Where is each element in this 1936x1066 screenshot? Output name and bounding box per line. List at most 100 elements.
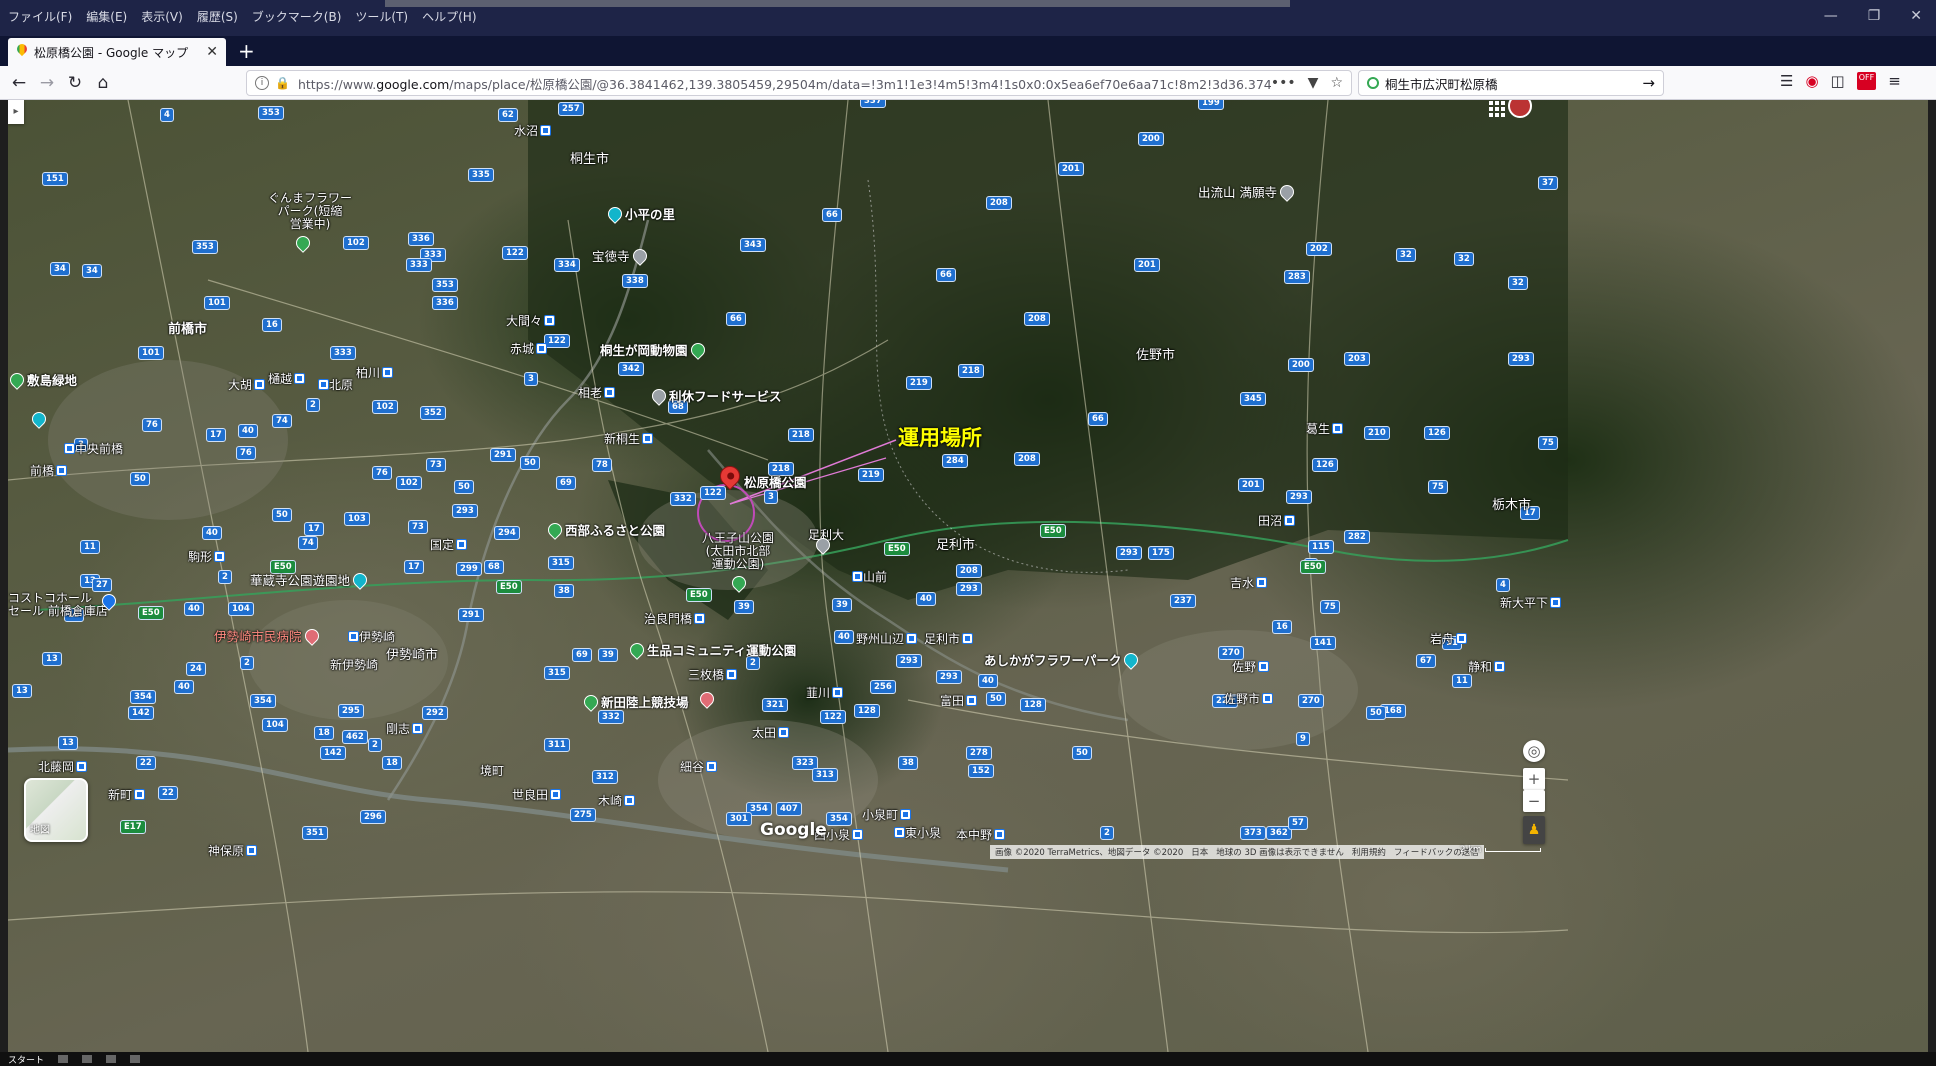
search-go-arrow-icon[interactable]: → xyxy=(1642,74,1655,92)
close-window-button[interactable]: ✕ xyxy=(1910,8,1922,24)
label-maebashi[interactable]: 前橋市 xyxy=(168,318,207,337)
label-higoshi[interactable]: 樋越 xyxy=(268,370,306,387)
label-ashikagashi-station[interactable]: 足利市 xyxy=(924,630,974,647)
hamburger-menu-icon[interactable]: ≡ xyxy=(1888,72,1901,90)
poi-costco[interactable]: コストコホール セール 前橋倉庫店 xyxy=(8,592,108,618)
label-oomama[interactable]: 大間々 xyxy=(506,312,556,329)
back-arrow-icon[interactable]: ← xyxy=(6,70,32,96)
label-kitahara[interactable]: 北原 xyxy=(316,376,353,393)
label-yoshimizu[interactable]: 吉水 xyxy=(1230,574,1268,591)
label-serata[interactable]: 世良田 xyxy=(512,786,562,803)
my-location-button[interactable]: ◎ xyxy=(1523,740,1545,762)
label-shin-oohirashita[interactable]: 新大平下 xyxy=(1500,594,1562,611)
label-tochigi[interactable]: 栃木市 xyxy=(1492,494,1531,513)
off-extension-icon[interactable]: OFF xyxy=(1856,72,1877,90)
home-icon[interactable]: ⌂ xyxy=(90,70,116,96)
label-tajima[interactable]: 治良門橋 xyxy=(644,610,706,627)
label-kunisada[interactable]: 国定 xyxy=(430,536,468,553)
bookmark-star-icon[interactable]: ☆ xyxy=(1330,75,1343,91)
menu-view[interactable]: 表示(V) xyxy=(141,8,183,25)
new-tab-button[interactable]: + xyxy=(238,38,255,64)
poi-ashikaga-univ[interactable] xyxy=(813,535,833,555)
label-higashikoizumi[interactable]: 東小泉 xyxy=(892,824,941,841)
label-kashiwagawa[interactable]: 柏川 xyxy=(356,364,394,381)
label-ogo[interactable]: 大胡 xyxy=(228,376,266,393)
sidebar-icon[interactable]: ◫ xyxy=(1831,72,1845,90)
label-yamamae[interactable]: 山前 xyxy=(850,568,887,585)
tab-google-maps[interactable]: 松原橋公園 - Google マップ ✕ xyxy=(8,38,226,66)
poi-seibu-furusato-park[interactable]: 西部ふるさと公園 xyxy=(545,519,665,540)
menu-help[interactable]: ヘルプ(H) xyxy=(422,8,476,25)
task-view-icon[interactable] xyxy=(82,1055,93,1063)
search-icon[interactable] xyxy=(58,1055,69,1063)
poi-costco-pin[interactable] xyxy=(99,591,119,611)
browser-icon[interactable] xyxy=(130,1055,141,1063)
label-shizuwa[interactable]: 静和 xyxy=(1468,658,1506,675)
label-hosoya[interactable]: 細谷 xyxy=(680,758,718,775)
zoom-in-button[interactable]: + xyxy=(1523,768,1545,790)
menu-bookmarks[interactable]: ブックマーク(B) xyxy=(252,8,342,25)
label-shinmachi[interactable]: 新町 xyxy=(108,786,146,803)
explorer-icon[interactable] xyxy=(106,1055,117,1063)
label-isesaki-station[interactable]: 伊勢崎 xyxy=(346,628,395,645)
label-shin-isesaki[interactable]: 新伊勢崎 xyxy=(330,656,378,673)
poi-hachiojiyama-pin[interactable] xyxy=(729,573,749,593)
label-ashikaga[interactable]: 足利市 xyxy=(936,534,975,553)
lock-icon[interactable]: 🔒 xyxy=(275,76,290,90)
label-koizumi[interactable]: 小泉町 xyxy=(862,806,912,823)
label-mizunuma[interactable]: 水沼 xyxy=(514,122,552,139)
poi-maebashi-west[interactable] xyxy=(29,409,49,429)
label-maebashi-station[interactable]: 前橋 xyxy=(30,462,68,479)
poi-kezoji-park[interactable]: 華蔵寺公園遊園地 xyxy=(250,569,370,590)
poi-kiryu-zoo[interactable]: 桐生が岡動物園 xyxy=(600,339,708,360)
label-ota-station[interactable]: 太田 xyxy=(752,724,790,741)
poi-hachiojiyama-park[interactable]: 八王子山公園 (太田市北部 運動公園) xyxy=(702,532,774,571)
google-apps-icon[interactable] xyxy=(1488,100,1506,118)
menu-history[interactable]: 履歴(S) xyxy=(197,8,238,25)
label-chuo-maebashi[interactable]: 中央前橋 xyxy=(62,440,123,457)
expand-side-panel-button[interactable]: ▸ xyxy=(8,100,24,124)
selected-place-label[interactable]: 松原橋公園 xyxy=(744,472,807,491)
satellite-map[interactable]: 353 257 337 4 62 199 200 201 208 102 336… xyxy=(8,100,1928,1052)
attribution-region[interactable]: 日本 xyxy=(1191,846,1208,858)
label-honnakano[interactable]: 本中野 xyxy=(956,826,1006,843)
label-sano-station[interactable]: 佐野 xyxy=(1232,658,1270,675)
poi-isesaki-hospital[interactable]: 伊勢崎市民病院 xyxy=(214,625,322,646)
poi-gunma-flower-park[interactable]: ぐんまフラワー パーク(短縮 営業中) xyxy=(268,192,352,231)
poi-shikishima-ryokuchi[interactable]: 敷島緑地 xyxy=(8,369,77,390)
label-jinbohara[interactable]: 神保原 xyxy=(208,842,258,859)
adblock-icon[interactable]: ◉ xyxy=(1805,72,1818,90)
zoom-out-button[interactable]: − xyxy=(1523,790,1545,812)
map-layer-toggle[interactable]: 地図 xyxy=(24,778,88,842)
label-iwafune[interactable]: 岩舟 xyxy=(1430,630,1468,647)
close-tab-icon[interactable]: ✕ xyxy=(206,44,218,60)
menu-edit[interactable]: 編集(E) xyxy=(86,8,127,25)
library-icon[interactable]: ☰ xyxy=(1780,72,1793,90)
label-aioi[interactable]: 相老 xyxy=(578,384,616,401)
label-akagi[interactable]: 赤城 xyxy=(510,340,548,357)
label-goshi[interactable]: 剛志 xyxy=(386,720,424,737)
label-shinkiryu[interactable]: 新桐生 xyxy=(604,430,654,447)
label-komagata[interactable]: 駒形 xyxy=(188,548,226,565)
label-noshuyamabe[interactable]: 野州山辺 xyxy=(856,630,918,647)
poi-koheinosato[interactable]: 小平の里 xyxy=(605,203,675,224)
label-sakai[interactable]: 境町 xyxy=(480,762,504,779)
label-kuzuu[interactable]: 葛生 xyxy=(1306,420,1344,437)
url-bar[interactable]: i 🔒 https://www.google.com/maps/place/松原… xyxy=(246,70,1352,96)
label-sano[interactable]: 佐野市 xyxy=(1136,344,1175,363)
menu-file[interactable]: ファイル(F) xyxy=(8,8,72,25)
label-kitafujioka[interactable]: 北藤岡 xyxy=(38,758,88,775)
label-isesaki[interactable]: 伊勢崎市 xyxy=(386,644,438,663)
terms-link[interactable]: 利用規約 xyxy=(1352,846,1386,858)
page-actions-icon[interactable]: ••• xyxy=(1271,75,1296,91)
site-info-icon[interactable]: i xyxy=(255,76,269,90)
label-tanuma[interactable]: 田沼 xyxy=(1258,512,1296,529)
poi-gunma-flower-park-pin[interactable] xyxy=(293,233,313,253)
map-scale[interactable]: 2 km xyxy=(1460,845,1542,855)
maximize-button[interactable]: ❐ xyxy=(1868,8,1881,24)
label-kizaki[interactable]: 木崎 xyxy=(598,792,636,809)
start-button[interactable]: スタート xyxy=(8,1053,44,1066)
reload-icon[interactable]: ↻ xyxy=(62,70,88,96)
street-view-pegman-icon[interactable]: ♟ xyxy=(1523,816,1545,844)
label-sanoshi-station[interactable]: 佐野市 xyxy=(1224,690,1274,707)
